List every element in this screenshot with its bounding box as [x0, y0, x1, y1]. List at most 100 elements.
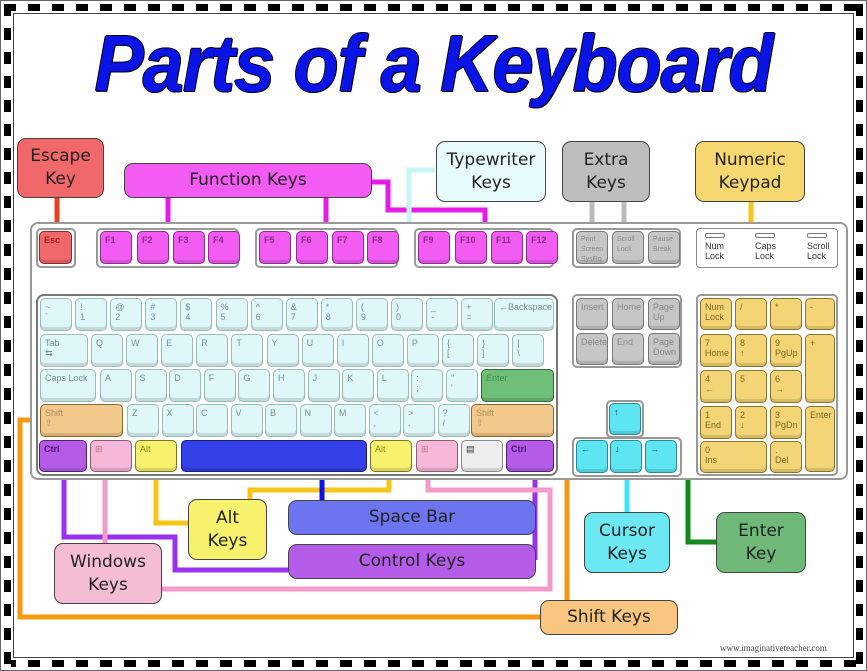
key-row2[interactable]: U — [301, 334, 334, 367]
key-enter[interactable]: Enter — [481, 369, 554, 402]
key-windows-left[interactable]: ⊞ — [90, 440, 132, 472]
key-row1[interactable]: ^ 6 — [250, 298, 283, 331]
key-row3[interactable]: G — [238, 369, 271, 402]
key-extra-mid-0[interactable]: Insert — [576, 298, 608, 330]
key-f2[interactable]: F2 — [137, 231, 169, 264]
key-shift-left[interactable]: Shift ⇧ — [40, 404, 123, 437]
key-arrow-right[interactable]: → — [645, 440, 677, 473]
key-ctrl-right[interactable]: Ctrl — [506, 440, 554, 472]
key-f12[interactable]: F12 — [526, 231, 558, 264]
key-extra-mid-2[interactable]: Page Up — [648, 298, 680, 330]
key-numpad-15[interactable]: 0 Ins — [700, 441, 767, 473]
key-f1[interactable]: F1 — [100, 231, 132, 264]
key-f8[interactable]: F8 — [367, 231, 399, 264]
key-extra-mid-4[interactable]: End — [612, 333, 644, 365]
key-alt-right[interactable]: Alt — [370, 440, 412, 472]
key-row3[interactable]: J — [307, 369, 340, 402]
key-numpad-1[interactable]: / — [735, 298, 767, 330]
key-row3[interactable]: K — [342, 369, 375, 402]
key-row2[interactable]: I — [336, 334, 369, 367]
key-shift-right[interactable]: Shift ⇧ — [471, 404, 554, 437]
key-backspace[interactable]: ←Backspace — [494, 298, 554, 331]
key-row3[interactable]: A — [100, 369, 132, 402]
key-row1[interactable]: ! 1 — [75, 298, 108, 331]
key-row4[interactable]: C — [196, 404, 228, 437]
key-extra-mid-5[interactable]: Page Down — [648, 333, 680, 365]
key-row1[interactable]: # 3 — [145, 298, 178, 331]
key-row4[interactable]: X — [161, 404, 194, 437]
key-numpad-7[interactable]: + — [805, 334, 835, 403]
key-extra-top-1[interactable]: Scroll Lock — [612, 231, 644, 264]
key-arrow-left[interactable]: ← — [576, 440, 608, 473]
key-row4[interactable]: B — [265, 404, 297, 437]
key-row3[interactable]: D — [169, 369, 202, 402]
key-arrow-down[interactable]: ↓ — [610, 440, 642, 473]
key-numpad-5[interactable]: 8 ↑ — [735, 334, 767, 367]
key-row4[interactable]: ? / — [437, 404, 470, 437]
key-row2[interactable]: P — [406, 334, 439, 367]
key-row2[interactable]: { [ — [442, 334, 474, 367]
key-caps-lock[interactable]: Caps Lock — [40, 369, 96, 402]
key-f7[interactable]: F7 — [332, 231, 364, 264]
key-row1[interactable]: ( 9 — [355, 298, 388, 331]
key-f9[interactable]: F9 — [418, 231, 450, 264]
key-row4[interactable]: Z — [127, 404, 159, 437]
key-numpad-11[interactable]: 1 End — [700, 406, 732, 439]
key-row2[interactable]: R — [196, 334, 229, 367]
key-f11[interactable]: F11 — [491, 231, 523, 264]
key-numpad-0[interactable]: Num Lock — [700, 298, 732, 330]
key-numpad-6[interactable]: 9 PgUp — [770, 334, 802, 367]
key-row2[interactable]: } ] — [477, 334, 510, 367]
key-row4[interactable]: > . — [403, 404, 435, 437]
key-numpad-8[interactable]: 4 ← — [700, 370, 732, 403]
key-numpad-14[interactable]: Enter — [805, 406, 835, 472]
key-row1[interactable]: _ - — [426, 298, 459, 331]
key-row3[interactable]: S — [134, 369, 167, 402]
key-row1[interactable]: + = — [461, 298, 494, 331]
key-row3[interactable]: H — [273, 369, 305, 402]
key-numpad-13[interactable]: 3 PgDn — [770, 406, 802, 439]
key-extra-mid-1[interactable]: Home — [612, 298, 644, 330]
key-extra-top-0[interactable]: Print Screen SysRq — [576, 231, 608, 264]
key-numpad-3[interactable]: - — [805, 298, 835, 330]
key-row4[interactable]: < , — [368, 404, 401, 437]
key-f4[interactable]: F4 — [208, 231, 240, 264]
key-row2[interactable]: W — [126, 334, 159, 367]
key-row1[interactable]: ~ ` — [40, 298, 72, 331]
key-numpad-9[interactable]: 5 — [735, 370, 767, 403]
key-row2[interactable]: Y — [266, 334, 299, 367]
key-row4[interactable]: N — [299, 404, 332, 437]
key-extra-mid-3[interactable]: Delete — [576, 333, 608, 365]
key-tab[interactable]: Tab ⇆ — [40, 334, 88, 367]
key-row1[interactable]: $ 4 — [180, 298, 213, 331]
key-f5[interactable]: F5 — [259, 231, 291, 264]
key-menu[interactable]: ▤ — [461, 440, 503, 472]
key-row2[interactable]: O — [371, 334, 404, 367]
key-row2[interactable]: T — [231, 334, 264, 367]
key-windows-right[interactable]: ⊞ — [416, 440, 458, 472]
key-numpad-2[interactable]: * — [770, 298, 802, 330]
key-row2[interactable]: E — [161, 334, 194, 367]
key-row1[interactable]: & 7 — [285, 298, 318, 331]
key-alt-left[interactable]: Alt — [135, 440, 177, 472]
key-row1[interactable]: % 5 — [215, 298, 248, 331]
key-numpad-16[interactable]: . Del — [770, 441, 802, 473]
key-row3[interactable]: L — [376, 369, 409, 402]
key-numpad-10[interactable]: 6 → — [770, 370, 802, 403]
key-row3[interactable]: " ' — [446, 369, 478, 402]
key-row1[interactable]: ) 0 — [391, 298, 423, 331]
key-space-bar[interactable] — [181, 440, 367, 472]
key-extra-top-2[interactable]: Pause Break — [648, 231, 680, 264]
key-row3[interactable]: : ; — [411, 369, 444, 402]
key-arrow-up[interactable]: ↑ — [609, 403, 641, 435]
key-row1[interactable]: * 8 — [320, 298, 353, 331]
key-row4[interactable]: V — [230, 404, 263, 437]
key-f6[interactable]: F6 — [296, 231, 328, 264]
key-row2[interactable]: Q — [91, 334, 123, 367]
key-esc[interactable]: Esc — [39, 231, 72, 264]
key-row2[interactable]: | \ — [512, 334, 545, 367]
key-numpad-4[interactable]: 7 Home — [700, 334, 732, 367]
key-numpad-12[interactable]: 2 ↓ — [735, 406, 767, 439]
key-row1[interactable]: @ 2 — [110, 298, 143, 331]
key-f3[interactable]: F3 — [173, 231, 205, 264]
